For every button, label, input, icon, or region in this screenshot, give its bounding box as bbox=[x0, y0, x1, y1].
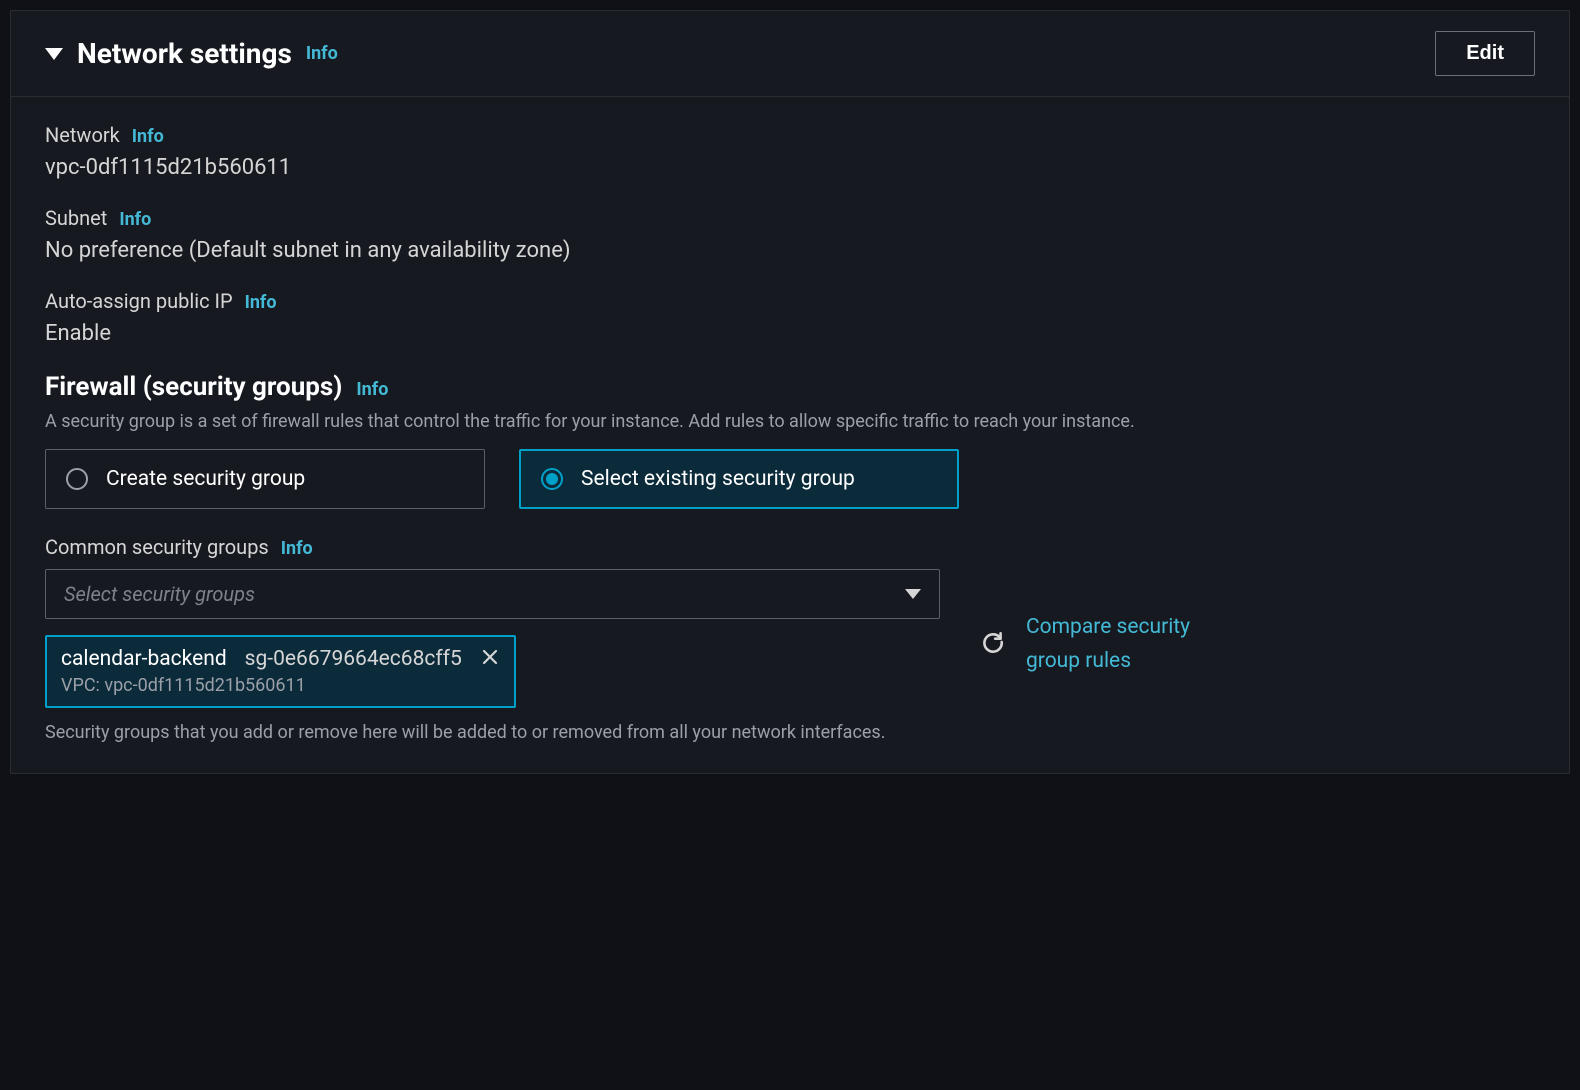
header-info-link[interactable]: Info bbox=[306, 43, 338, 64]
close-icon[interactable] bbox=[480, 647, 500, 671]
network-label: Network bbox=[45, 123, 120, 147]
common-sg-row: Select security groups calendar-backend … bbox=[45, 559, 1535, 743]
sg-token-id: sg-0e6679664ec68cff5 bbox=[245, 647, 462, 671]
radio-checked-icon bbox=[541, 468, 563, 490]
public-ip-field: Auto-assign public IP Info Enable bbox=[45, 289, 1535, 346]
panel-title: Network settings bbox=[77, 37, 292, 70]
network-value: vpc-0df1115d21b560611 bbox=[45, 155, 1535, 180]
create-sg-label: Create security group bbox=[106, 467, 305, 491]
select-existing-sg-radio[interactable]: Select existing security group bbox=[519, 449, 959, 509]
common-sg-info-link[interactable]: Info bbox=[281, 538, 313, 559]
network-info-link[interactable]: Info bbox=[132, 126, 164, 147]
panel-header: Network settings Info Edit bbox=[11, 11, 1569, 97]
create-sg-radio[interactable]: Create security group bbox=[45, 449, 485, 509]
refresh-icon[interactable] bbox=[980, 630, 1006, 660]
subnet-value: No preference (Default subnet in any ava… bbox=[45, 238, 1535, 263]
chevron-down-icon bbox=[905, 589, 921, 599]
subnet-field: Subnet Info No preference (Default subne… bbox=[45, 206, 1535, 263]
firewall-info-link[interactable]: Info bbox=[356, 379, 388, 400]
subnet-label: Subnet bbox=[45, 206, 107, 230]
panel-body: Network Info vpc-0df1115d21b560611 Subne… bbox=[11, 97, 1569, 773]
public-ip-label: Auto-assign public IP bbox=[45, 289, 233, 313]
sg-dropdown-placeholder: Select security groups bbox=[64, 582, 255, 606]
sg-dropdown[interactable]: Select security groups bbox=[45, 569, 940, 619]
public-ip-value: Enable bbox=[45, 321, 1535, 346]
panel-header-left: Network settings Info bbox=[45, 37, 338, 70]
network-settings-panel: Network settings Info Edit Network Info … bbox=[10, 10, 1570, 774]
edit-button[interactable]: Edit bbox=[1435, 31, 1535, 76]
firewall-section: Firewall (security groups) Info A securi… bbox=[45, 372, 1535, 509]
compare-sg-rules-link[interactable]: Compare security group rules bbox=[1026, 611, 1226, 678]
common-sg-left: Select security groups calendar-backend … bbox=[45, 559, 940, 743]
common-sg-right: Compare security group rules bbox=[980, 611, 1226, 678]
firewall-description: A security group is a set of firewall ru… bbox=[45, 408, 1535, 435]
radio-unchecked-icon bbox=[66, 468, 88, 490]
collapse-icon[interactable] bbox=[45, 48, 63, 60]
common-sg-label: Common security groups bbox=[45, 535, 269, 559]
sg-token-vpc: VPC: vpc-0df1115d21b560611 bbox=[61, 675, 500, 696]
subnet-info-link[interactable]: Info bbox=[119, 209, 151, 230]
sg-note: Security groups that you add or remove h… bbox=[45, 722, 940, 743]
firewall-heading: Firewall (security groups) bbox=[45, 372, 342, 402]
select-existing-label: Select existing security group bbox=[581, 467, 855, 491]
sg-token-name: calendar-backend bbox=[61, 647, 227, 671]
public-ip-info-link[interactable]: Info bbox=[245, 292, 277, 313]
network-field: Network Info vpc-0df1115d21b560611 bbox=[45, 123, 1535, 180]
sg-token: calendar-backend sg-0e6679664ec68cff5 VP… bbox=[45, 635, 516, 708]
firewall-radio-row: Create security group Select existing se… bbox=[45, 449, 1535, 509]
